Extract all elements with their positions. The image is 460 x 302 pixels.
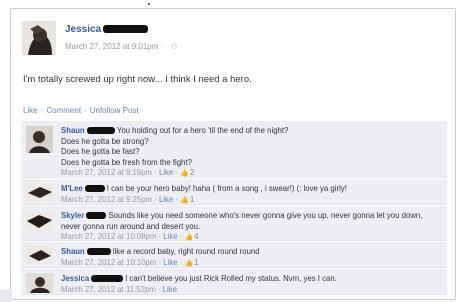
comment-item: Shaun like a record baby, right round rou…: [21, 241, 447, 268]
post-author-label[interactable]: Jessica: [65, 24, 101, 35]
comment-line: like a record baby, right round round ro…: [112, 247, 260, 256]
comment-line: never gonna run around and desert you.: [61, 221, 201, 231]
comment-item: Skyler Sounds like you need someone who's…: [21, 205, 447, 241]
comments-list: Shaun You holding out for a hero 'til the…: [21, 120, 447, 295]
redacted-surname: [91, 275, 124, 282]
commenter-avatar[interactable]: [26, 246, 53, 264]
redacted-surname: [84, 185, 105, 192]
comment-like-link[interactable]: Like: [163, 285, 177, 294]
comment-body: Jessica I can't believe you just Rick Rol…: [61, 274, 441, 285]
comment-body: Shaun You holding out for a hero 'til the…: [61, 126, 441, 168]
comment-item: M'Lee I can be your hero baby! haha ( fro…: [21, 178, 447, 205]
post-timestamp[interactable]: March 27, 2012 at 9:01pm: [65, 42, 158, 51]
redacted-surname: [86, 212, 107, 219]
comment-like-link[interactable]: Like: [163, 232, 177, 241]
redacted-surname: [103, 25, 149, 33]
meta-separator: ·: [161, 42, 165, 51]
status-post-card: Jessica March 27, 2012 at 9:01pm · ⚇ I'm t…: [10, 8, 456, 300]
comment-body: M'Lee I can be your hero baby! haha ( fro…: [61, 184, 441, 195]
comment-line: Does he gotta be fresh from the fight?: [61, 157, 192, 167]
comment-item: Shaun You holding out for a hero 'til the…: [21, 120, 447, 178]
redacted-surname: [86, 127, 115, 134]
comment-link[interactable]: Comment: [46, 106, 81, 115]
comment-body: Skyler Sounds like you need someone who's…: [61, 211, 441, 232]
comment-item: Jessica I can't believe you just Rick Rol…: [21, 268, 447, 295]
comment-like-count[interactable]: 1: [190, 195, 194, 204]
comment-author[interactable]: Shaun: [61, 247, 85, 256]
top-dot: [148, 3, 150, 5]
comment-timestamp[interactable]: March 27, 2012 at 11:52pm: [61, 285, 156, 294]
comment-timestamp[interactable]: March 27, 2012 at 9:25pm: [61, 195, 152, 204]
post-meta: March 27, 2012 at 9:01pm · ⚇: [65, 42, 177, 51]
comment-timestamp[interactable]: March 27, 2012 at 9:19pm: [61, 168, 152, 177]
comment-like-link[interactable]: Like: [163, 258, 177, 267]
comment-like-count[interactable]: 1: [194, 258, 198, 267]
post-author-avatar[interactable]: [22, 21, 56, 55]
commenter-avatar[interactable]: [26, 126, 53, 153]
comment-author[interactable]: Skyler: [61, 211, 84, 220]
comment-line: Sounds like you need someone who's never…: [108, 211, 423, 220]
action-separator: ·: [40, 106, 44, 115]
comment-like-count[interactable]: 4: [194, 232, 198, 241]
redacted-surname: [86, 248, 111, 255]
comment-author[interactable]: M'Lee: [61, 184, 83, 193]
status-text: I'm totally screwed up right now... I th…: [23, 73, 252, 84]
comment-line: Does he gotta be strong?: [61, 136, 149, 146]
action-separator: ·: [84, 106, 87, 115]
comment-meta: March 27, 2012 at 11:52pm · Like: [61, 284, 178, 294]
bottom-edge-strip: [0, 290, 12, 302]
commenter-avatar[interactable]: [26, 183, 53, 201]
commenter-avatar[interactable]: [26, 273, 53, 293]
comment-like-count[interactable]: 2: [190, 168, 194, 177]
comment-line: Does he gotta be fast?: [61, 147, 140, 157]
comment-line: You holding out for a hero 'til the end …: [116, 126, 289, 135]
comment-like-link[interactable]: Like: [159, 195, 173, 204]
comment-line: I can be your hero baby! haha ( from a s…: [106, 184, 347, 193]
like-link[interactable]: Like: [23, 106, 38, 115]
unfollow-post-link[interactable]: Unfollow Post: [90, 106, 139, 115]
post-actions: Like · Comment · Unfollow Post: [23, 106, 139, 115]
commenter-avatar[interactable]: [26, 212, 53, 230]
comment-body: Shaun like a record baby, right round rou…: [61, 247, 441, 258]
post-author-name[interactable]: Jessica: [65, 24, 150, 35]
comment-timestamp[interactable]: March 27, 2012 at 10:08pm: [61, 232, 156, 241]
comment-author[interactable]: Shaun: [61, 126, 85, 135]
comment-like-link[interactable]: Like: [159, 168, 173, 177]
comment-timestamp[interactable]: March 27, 2012 at 10:10pm: [61, 258, 156, 267]
friends-icon[interactable]: ⚇: [171, 43, 177, 51]
comment-line: I can't believe you just Rick Rolled my …: [125, 274, 337, 283]
comment-author[interactable]: Jessica: [61, 274, 89, 283]
